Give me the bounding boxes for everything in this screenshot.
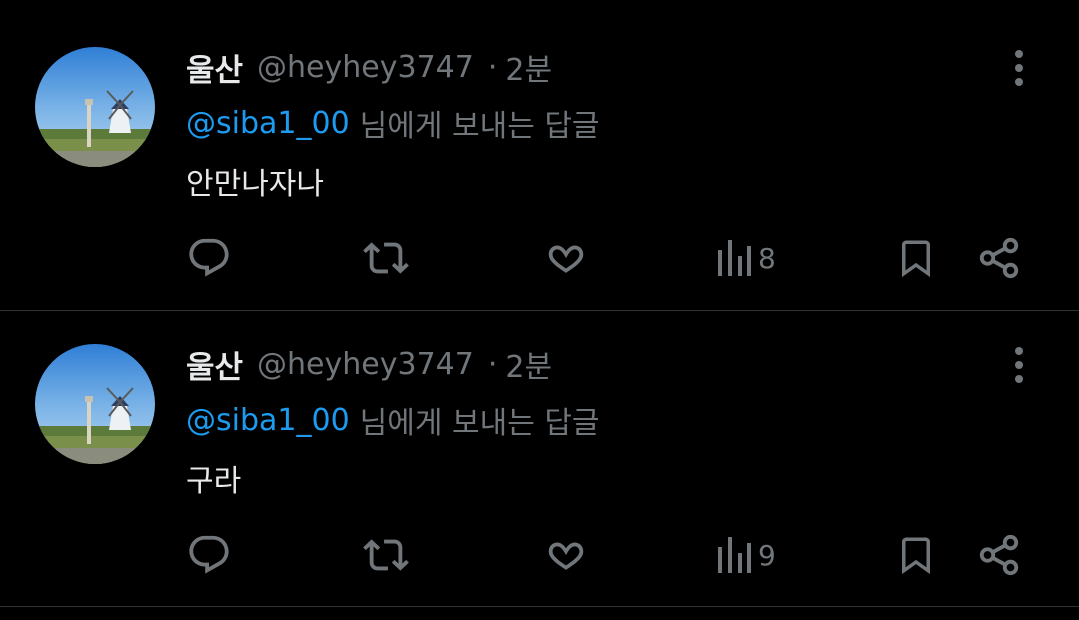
share-icon (979, 237, 1019, 279)
views-count: 9 (758, 538, 776, 572)
separator-dot: · (487, 346, 498, 382)
user-handle[interactable]: @heyhey3747 (257, 50, 474, 85)
like-button[interactable] (543, 530, 589, 580)
more-options-button[interactable] (1004, 345, 1034, 385)
like-button[interactable] (543, 233, 589, 283)
share-icon (979, 534, 1019, 576)
tweet[interactable]: 울산 @heyhey3747 · 2분 @siba1_00 님에게 보내는 답글… (0, 0, 1079, 296)
views-icon (718, 537, 751, 573)
tweet-header: 울산 @heyhey3747 · 2분 (186, 342, 552, 386)
more-options-button[interactable] (1004, 48, 1034, 88)
replying-to: @siba1_00 님에게 보내는 답글 (186, 399, 600, 442)
bookmark-icon (902, 240, 930, 278)
separator-dot: · (487, 49, 498, 85)
tweet[interactable]: 울산 @heyhey3747 · 2분 @siba1_00 님에게 보내는 답글… (0, 297, 1079, 593)
share-button[interactable] (976, 530, 1022, 580)
bookmark-icon (902, 537, 930, 575)
more-icon (1015, 50, 1023, 86)
user-handle[interactable]: @heyhey3747 (257, 347, 474, 382)
like-icon (548, 542, 584, 570)
avatar[interactable] (35, 344, 155, 464)
avatar[interactable] (35, 47, 155, 167)
timestamp[interactable]: 2분 (505, 342, 552, 386)
replying-to-label: 님에게 보내는 답글 (359, 406, 600, 441)
views-button[interactable]: 8 (716, 233, 776, 283)
retweet-icon (363, 242, 409, 274)
bookmark-button[interactable] (895, 233, 937, 283)
retweet-button[interactable] (362, 233, 410, 283)
tweet-text: 안만나자나 (186, 167, 324, 202)
views-count: 8 (758, 241, 776, 275)
retweet-button[interactable] (362, 530, 410, 580)
mention-link[interactable]: @siba1_00 (186, 403, 350, 438)
reply-icon (189, 238, 229, 277)
reply-icon (189, 535, 229, 574)
more-icon (1015, 347, 1023, 383)
retweet-icon (363, 539, 409, 571)
display-name[interactable]: 울산 (186, 45, 243, 90)
views-icon (718, 240, 751, 276)
mention-link[interactable]: @siba1_00 (186, 106, 350, 141)
display-name[interactable]: 울산 (186, 342, 243, 387)
timestamp[interactable]: 2분 (505, 45, 552, 89)
like-icon (548, 245, 584, 273)
replying-to: @siba1_00 님에게 보내는 답글 (186, 102, 600, 145)
tweet-header: 울산 @heyhey3747 · 2분 (186, 45, 552, 89)
reply-button[interactable] (186, 530, 232, 580)
tweet-text: 구라 (186, 464, 242, 499)
replying-to-label: 님에게 보내는 답글 (359, 109, 600, 144)
tweet-divider (0, 606, 1079, 607)
bookmark-button[interactable] (895, 530, 937, 580)
views-button[interactable]: 9 (716, 530, 776, 580)
reply-button[interactable] (186, 233, 232, 283)
tweet-feed: 울산 @heyhey3747 · 2분 @siba1_00 님에게 보내는 답글… (0, 0, 1079, 620)
share-button[interactable] (976, 233, 1022, 283)
